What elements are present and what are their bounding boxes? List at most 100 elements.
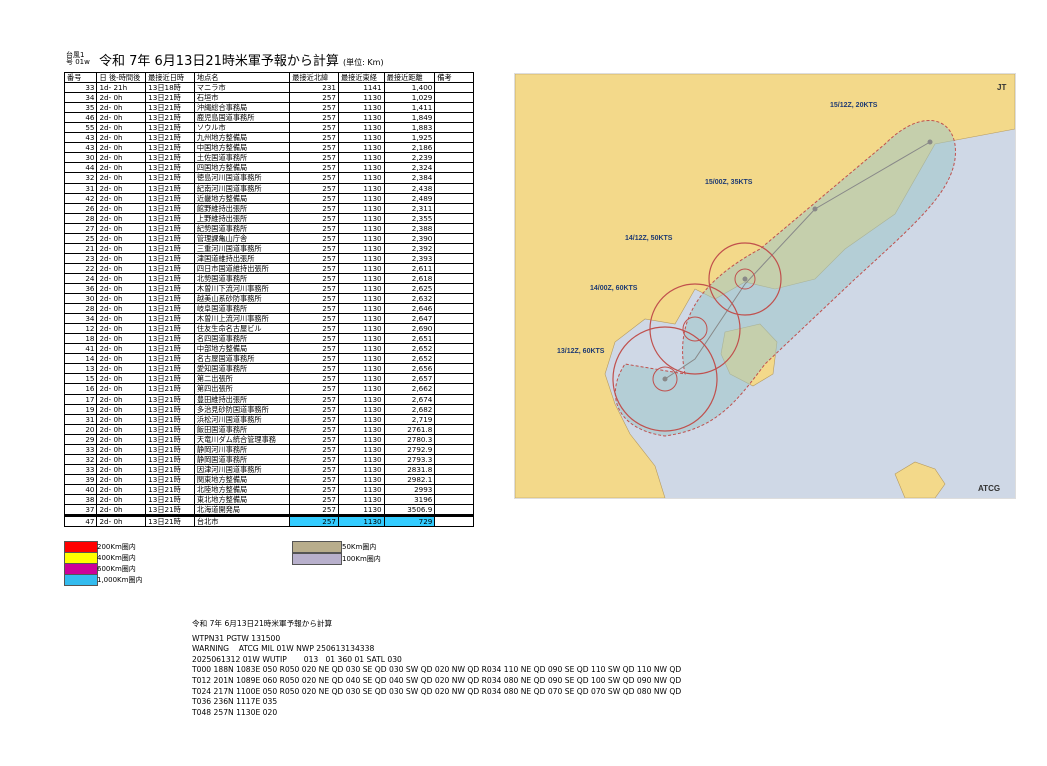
storm-id: 台風1 号 01w <box>66 51 90 66</box>
table-cell: 1,925 <box>383 132 436 144</box>
table-cell: 2d- 0h <box>96 303 147 315</box>
table-cell: 2,390 <box>383 232 436 244</box>
column-header: 最接近日時 <box>145 71 195 84</box>
table-cell: 2d- 0h <box>96 232 147 244</box>
table-cell: 2d- 0h <box>96 423 147 435</box>
table-cell: 因津河川国道事務所 <box>193 463 291 475</box>
table-cell: 2d- 0h <box>96 152 147 164</box>
table-cell: 2,239 <box>383 152 436 164</box>
table-cell: 1130 <box>337 303 385 315</box>
forecast-map: 15/12Z, 20KTS 15/00Z, 35KTS 14/12Z, 50KT… <box>514 73 1016 499</box>
column-header: 番号 <box>63 71 98 84</box>
table-cell: 2d- 0h <box>96 212 147 224</box>
table-row: 15 2d- 0h 13日21時 第二出張所 257 1130 2,657 <box>63 373 474 385</box>
table-cell: 関東地方整備局 <box>193 473 291 485</box>
table-cell: 33 <box>63 82 98 94</box>
table-cell: 2d- 0h <box>96 102 147 114</box>
table-cell: 四国地方整備局 <box>193 162 291 174</box>
table-cell: 徳島河川国道事務所 <box>193 172 291 184</box>
table-row: 33 1d- 21h 13日18時 マニラ市 231 1141 1,400 <box>63 82 474 94</box>
table-cell: 2780.3 <box>383 433 436 445</box>
table-cell: 紀勢国道事務所 <box>193 222 291 234</box>
table-cell: 1130 <box>337 313 385 325</box>
table-cell: 2d- 0h <box>96 222 147 234</box>
table-row: 32 2d- 0h 13日21時 静岡国道事務所 257 1130 2793.3 <box>63 453 474 465</box>
table-cell <box>434 112 474 124</box>
table-cell: 257 <box>289 313 339 325</box>
table-cell: 44 <box>63 162 98 174</box>
map-label: 15/12Z, 20KTS <box>830 102 878 109</box>
table-cell: 2d- 0h <box>96 515 147 528</box>
table-cell: 2,355 <box>383 212 436 224</box>
table-row: 36 2d- 0h 13日21時 木曽川下流河川事務所 257 1130 2,625 <box>63 282 474 295</box>
table-cell: 2,682 <box>383 403 436 415</box>
table-cell: 24 <box>63 272 98 284</box>
table-cell: 257 <box>289 383 339 395</box>
table-cell: 38 <box>63 493 98 506</box>
map-label: 14/00Z, 60KTS <box>590 285 638 292</box>
table-cell: 257 <box>289 423 339 435</box>
table-cell: 1130 <box>337 92 385 104</box>
table-cell <box>434 252 474 264</box>
table-cell: 30 <box>63 152 98 164</box>
table-cell: 22 <box>63 262 98 274</box>
table-cell: 257 <box>289 132 339 144</box>
table-cell: 2d- 0h <box>96 353 147 365</box>
message-line: T000 188N 1083E 050 R050 020 NE QD 030 S… <box>192 665 682 675</box>
table-cell: 47 <box>63 515 98 528</box>
table-cell: 257 <box>289 333 339 345</box>
table-cell: 2d- 0h <box>96 192 147 204</box>
table-cell: 18 <box>63 333 98 345</box>
table-cell: 21 <box>63 242 98 254</box>
table-cell: 2d- 0h <box>96 142 147 154</box>
table-cell <box>434 222 474 234</box>
table-cell: 1130 <box>337 383 385 395</box>
table-cell: 1130 <box>337 232 385 244</box>
table-cell: 12 <box>63 323 98 335</box>
table-cell: 2d- 0h <box>96 363 147 375</box>
table-cell: 257 <box>289 293 339 305</box>
table-cell: 3196 <box>383 493 436 506</box>
map-label: 14/12Z, 50KTS <box>625 235 673 242</box>
table-cell: 257 <box>289 182 339 194</box>
table-cell: 13日21時 <box>145 343 195 355</box>
table-cell <box>434 353 474 365</box>
column-header: 備考 <box>434 71 474 84</box>
table-cell: 15 <box>63 373 98 385</box>
table-cell: 1130 <box>337 504 385 517</box>
table-cell: 九州地方整備局 <box>193 132 291 144</box>
legend-label: 1,000Km圏内 <box>97 576 143 584</box>
table-cell: 越美山系砂防事務所 <box>193 293 291 305</box>
table-cell: 2d- 0h <box>96 252 147 264</box>
table-cell: 1130 <box>337 192 385 204</box>
table-cell: 石垣市 <box>193 92 291 104</box>
table-cell: 2,652 <box>383 353 436 365</box>
table-cell: 3506.9 <box>383 504 436 517</box>
table-cell: 台北市 <box>193 515 291 528</box>
table-row: 55 2d- 0h 13日21時 ソウル市 257 1130 1,883 <box>63 122 474 134</box>
table-cell: 729 <box>383 515 436 528</box>
table-row: 42 2d- 0h 13日21時 近畿地方整備局 257 1130 2,489 <box>63 192 474 204</box>
table-cell: 13日18時 <box>145 82 195 94</box>
table-cell <box>434 403 474 415</box>
table-cell: 13日21時 <box>145 222 195 234</box>
table-cell: 2,388 <box>383 222 436 234</box>
table-row: 20 2d- 0h 13日21時 飯田国道事務所 257 1130 2761.8 <box>63 423 474 435</box>
table-cell <box>434 102 474 114</box>
table-cell: 名古屋国道事務所 <box>193 353 291 365</box>
column-header: 最接近距離 <box>383 71 436 84</box>
table-cell: 静岡国道事務所 <box>193 453 291 465</box>
table-cell: 257 <box>289 443 339 455</box>
table-row: 41 2d- 0h 13日21時 中部地方整備局 257 1130 2,652 <box>63 343 474 355</box>
table-cell: 257 <box>289 403 339 415</box>
table-cell: 2d- 0h <box>96 202 147 214</box>
table-cell <box>434 282 474 295</box>
table-cell: 1130 <box>337 102 385 114</box>
table-cell: 1130 <box>337 483 385 495</box>
table-row: 37 2d- 0h 13日21時 北海道開発局 257 1130 3506.9 <box>63 504 474 517</box>
track-point <box>742 276 748 282</box>
table-cell: 1130 <box>337 242 385 254</box>
table-row: 39 2d- 0h 13日21時 関東地方整備局 257 1130 2982.1 <box>63 473 474 485</box>
table-cell <box>434 493 474 506</box>
track-point <box>812 206 818 212</box>
